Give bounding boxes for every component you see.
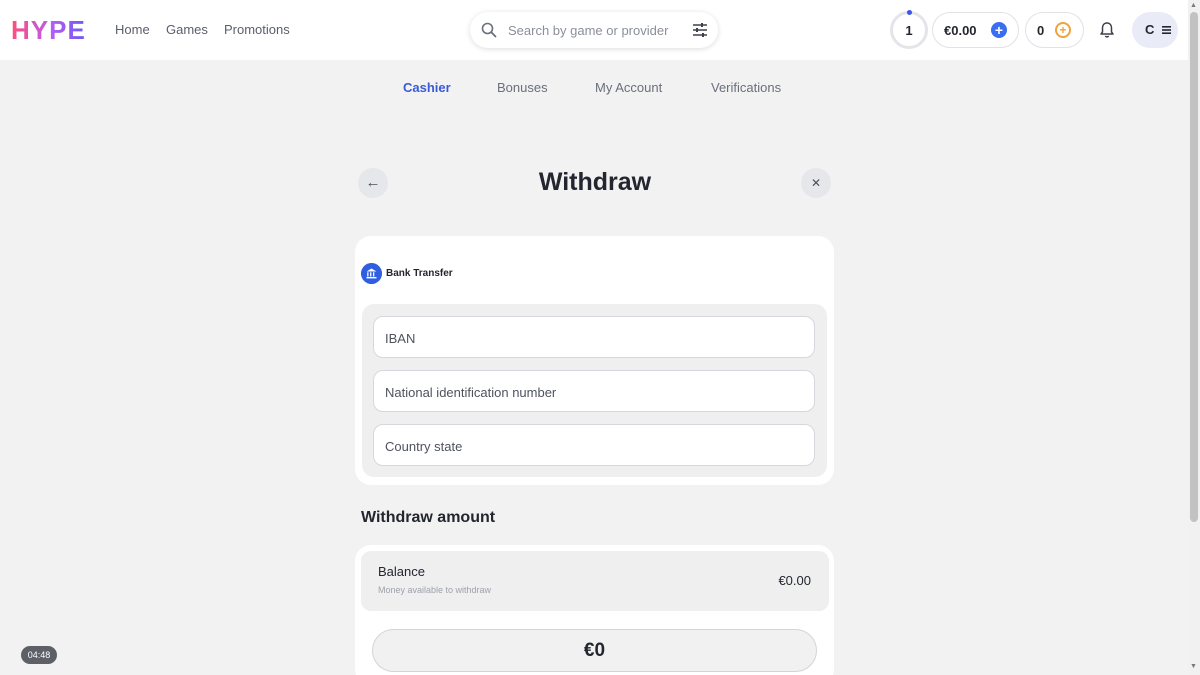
search-input[interactable] [508, 20, 678, 40]
level-number: 1 [905, 23, 913, 38]
balance-value: €0.00 [778, 573, 811, 588]
country-state-input[interactable] [385, 437, 805, 455]
avatar-initial: C [1145, 22, 1155, 37]
national-id-input[interactable] [385, 383, 805, 401]
deposit-plus-icon[interactable]: + [991, 22, 1007, 38]
tab-bonuses[interactable]: Bonuses [497, 80, 548, 95]
menu-icon [1162, 26, 1171, 34]
avatar-menu[interactable]: C [1132, 12, 1178, 48]
page-title: Withdraw [538, 168, 652, 196]
balance-amount: €0.00 [944, 23, 977, 38]
payment-method-label: Bank Transfer [386, 268, 453, 279]
coins-amount: 0 [1037, 23, 1045, 38]
balance-summary: Balance Money available to withdraw €0.0… [361, 551, 829, 611]
tab-my-account[interactable]: My Account [595, 80, 662, 95]
bank-icon [361, 263, 382, 284]
back-arrow-icon[interactable]: ← [358, 168, 388, 198]
tab-cashier[interactable]: Cashier [403, 80, 451, 95]
scroll-up-icon[interactable]: ▲ [1190, 2, 1197, 9]
country-state-field[interactable] [373, 424, 815, 466]
search-bar[interactable] [470, 12, 718, 48]
withdraw-amount-input[interactable] [372, 629, 817, 672]
balance-pill[interactable]: €0.00 + [932, 12, 1019, 48]
nav-games[interactable]: Games [166, 22, 208, 37]
coins-pill[interactable]: 0 + [1025, 12, 1084, 48]
brand-logo[interactable]: HYPE [11, 15, 86, 46]
coin-plus-icon[interactable]: + [1055, 22, 1071, 38]
nav-home[interactable]: Home [115, 22, 150, 37]
close-icon[interactable]: ✕ [801, 168, 831, 198]
filter-icon[interactable] [692, 22, 708, 38]
search-icon [481, 22, 497, 38]
scroll-down-icon[interactable]: ▼ [1190, 663, 1197, 670]
withdraw-amount-card: Balance Money available to withdraw €0.0… [355, 545, 834, 675]
iban-field[interactable] [373, 316, 815, 358]
top-header: HYPE Home Games Promotions 1 €0.00 + 0 + [0, 0, 1188, 60]
level-progress-ring[interactable]: 1 [890, 10, 928, 49]
bank-fields [362, 304, 827, 477]
level-progress-dot [907, 10, 912, 15]
balance-label: Balance [378, 564, 425, 579]
payment-method-card: Bank Transfer [355, 236, 834, 485]
tab-verifications[interactable]: Verifications [711, 80, 781, 95]
withdraw-amount-heading: Withdraw amount [361, 509, 496, 526]
bell-icon[interactable] [1099, 21, 1115, 39]
iban-input[interactable] [385, 329, 805, 347]
clock-badge: 04:48 [21, 646, 57, 664]
national-id-field[interactable] [373, 370, 815, 412]
scroll-thumb[interactable] [1190, 12, 1198, 522]
nav-promotions[interactable]: Promotions [224, 22, 290, 37]
balance-subtitle: Money available to withdraw [378, 585, 492, 595]
page-scrollbar[interactable]: ▲ ▼ [1188, 0, 1200, 675]
